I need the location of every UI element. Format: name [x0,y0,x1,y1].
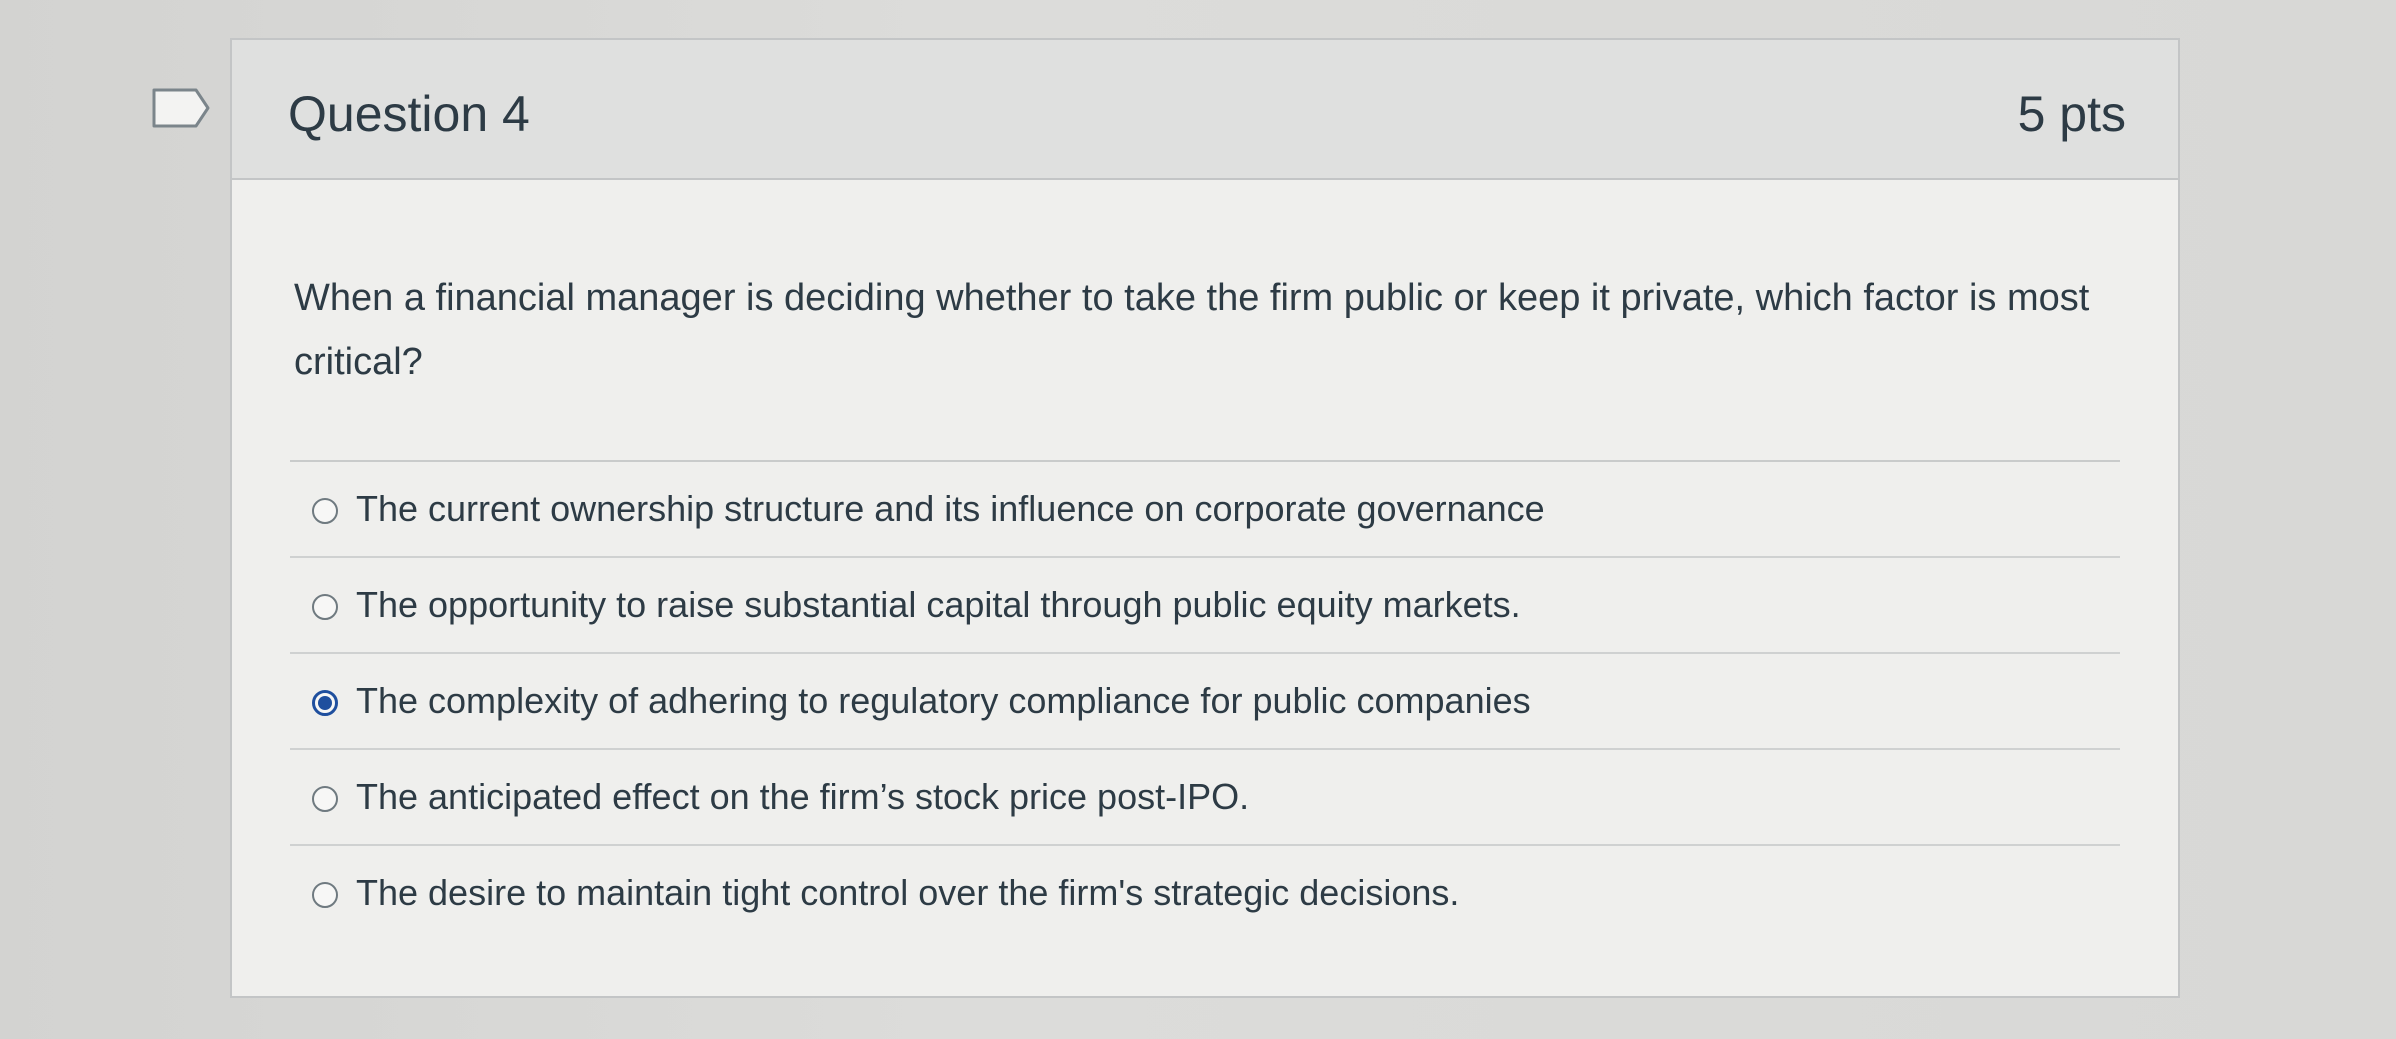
radio-button[interactable] [312,786,338,812]
answer-label[interactable]: The current ownership structure and its … [356,486,1545,532]
flag-question-icon[interactable] [150,86,214,130]
answer-option-4[interactable]: The anticipated effect on the firm’s sto… [290,750,2120,846]
answer-list: The current ownership structure and its … [290,462,2120,942]
answer-label[interactable]: The complexity of adhering to regulatory… [356,678,1531,724]
radio-button[interactable] [312,498,338,524]
radio-button[interactable] [312,882,338,908]
question-header: Question 4 5 pts [232,40,2178,180]
radio-button[interactable] [312,594,338,620]
question-title: Question 4 [288,86,530,142]
question-text: When a financial manager is deciding whe… [294,277,2090,383]
answer-label[interactable]: The opportunity to raise substantial cap… [356,582,1521,628]
question-points: 5 pts [2017,86,2126,142]
answer-option-3[interactable]: The complexity of adhering to regulatory… [290,654,2120,750]
answer-option-2[interactable]: The opportunity to raise substantial cap… [290,558,2120,654]
answer-label[interactable]: The anticipated effect on the firm’s sto… [356,774,1249,820]
question-card: Question 4 5 pts When a financial manage… [230,38,2180,998]
answer-option-5[interactable]: The desire to maintain tight control ove… [290,846,2120,942]
radio-button-selected[interactable] [312,690,338,716]
answer-option-1[interactable]: The current ownership structure and its … [290,462,2120,558]
answer-label[interactable]: The desire to maintain tight control ove… [356,870,1459,916]
